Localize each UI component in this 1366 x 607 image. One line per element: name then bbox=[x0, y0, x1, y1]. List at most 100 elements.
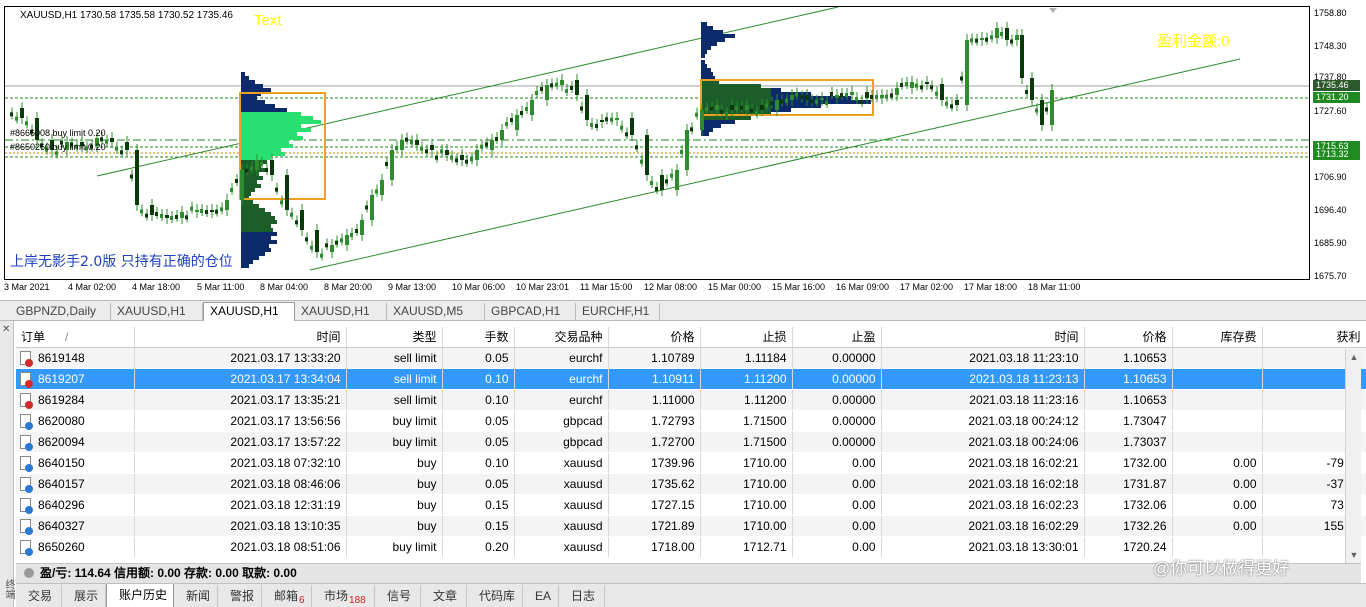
candle-body bbox=[635, 145, 638, 150]
chart-text-object[interactable]: Text bbox=[254, 12, 282, 29]
candle-body bbox=[580, 106, 583, 111]
table-row[interactable]: 8640327 2021.03.18 13:10:35 buy 0.15 xauusd 1… bbox=[16, 515, 1366, 537]
candle-body bbox=[420, 146, 423, 151]
candle-body bbox=[295, 220, 298, 225]
terminal-tab[interactable]: 日志 bbox=[559, 585, 605, 607]
table-row[interactable]: 8620080 2021.03.17 13:56:56 buy limit 0.05 g… bbox=[16, 410, 1366, 432]
chart-tab[interactable]: GBPCAD,H1 bbox=[485, 303, 576, 321]
candle-body bbox=[455, 158, 458, 163]
column-header-price[interactable]: 价格 bbox=[608, 327, 701, 348]
candle-body bbox=[640, 159, 643, 164]
terminal-tab[interactable]: 警报 bbox=[218, 585, 262, 607]
candle-body bbox=[1040, 100, 1044, 125]
column-header-profit[interactable]: 获利 bbox=[1262, 327, 1366, 348]
table-row[interactable]: 8640296 2021.03.18 12:31:19 buy 0.15 xauusd 1… bbox=[16, 494, 1366, 516]
candle-body bbox=[720, 109, 723, 114]
cell-open-time: 2021.03.17 13:57:22 bbox=[134, 431, 347, 453]
terminal-tab[interactable]: 文章 bbox=[421, 585, 467, 607]
column-header-close-price[interactable]: 价格 bbox=[1084, 327, 1173, 348]
cell-take-profit: 0.00000 bbox=[792, 368, 882, 390]
table-row[interactable]: 8640150 2021.03.18 07:32:10 buy 0.10 xauusd 1… bbox=[16, 452, 1366, 474]
sell-order-icon bbox=[20, 392, 33, 409]
candle-body bbox=[470, 157, 473, 162]
candle-body bbox=[370, 195, 374, 220]
candle-body bbox=[175, 215, 178, 219]
terminal-tab[interactable]: 邮箱6 bbox=[262, 585, 312, 607]
column-header-open-time[interactable]: 时间 bbox=[134, 327, 347, 348]
volume-profile-bar bbox=[701, 120, 735, 124]
volume-profile-bar bbox=[241, 176, 263, 180]
terminal-tab[interactable]: 信号 bbox=[375, 585, 421, 607]
watermark-text: @你可以做得更好 bbox=[1153, 559, 1290, 578]
cell-open-time: 2021.03.18 12:31:19 bbox=[134, 494, 347, 516]
terminal-tab[interactable]: EA bbox=[523, 585, 559, 607]
candle-body bbox=[865, 92, 869, 98]
candle-body bbox=[885, 94, 888, 99]
scroll-up-icon[interactable]: ▲ bbox=[1346, 349, 1362, 365]
chart-tab[interactable]: XAUUSD,H1 bbox=[295, 303, 387, 321]
cell-close-time: 2021.03.18 16:02:18 bbox=[881, 473, 1085, 495]
terminal-tab-label: 账户历史 bbox=[119, 588, 168, 602]
volume-profile-bar bbox=[241, 124, 301, 128]
table-row[interactable]: 8620094 2021.03.17 13:57:22 buy limit 0.05 g… bbox=[16, 431, 1366, 453]
column-header-sl[interactable]: 止损 bbox=[700, 327, 793, 348]
candle-body bbox=[545, 85, 549, 100]
candle-body bbox=[920, 85, 923, 90]
column-header-type[interactable]: 类型 bbox=[346, 327, 443, 348]
chart-tab[interactable]: XAUUSD,H1 bbox=[111, 303, 203, 321]
price-axis-label: 1748.30 bbox=[1314, 41, 1347, 51]
cell-close-time: 2021.03.18 11:23:13 bbox=[881, 368, 1085, 390]
table-row[interactable]: 8619284 2021.03.17 13:35:21 sell limit 0.10… bbox=[16, 389, 1366, 411]
cell-price: 1.11000 bbox=[608, 389, 701, 411]
candle-body bbox=[825, 101, 828, 105]
table-row[interactable]: 8640157 2021.03.18 08:46:06 buy 0.05 xauusd 1… bbox=[16, 473, 1366, 495]
column-header-symbol[interactable]: 交易品种 bbox=[514, 327, 609, 348]
cell-order: 8640327 bbox=[16, 515, 135, 537]
chart-tab[interactable]: EURCHF,H1 bbox=[576, 303, 660, 321]
cell-swap: 0.00 bbox=[1172, 515, 1263, 537]
column-header-tp[interactable]: 止盈 bbox=[792, 327, 882, 348]
column-header-order[interactable]: 订单 / bbox=[16, 327, 135, 348]
cell-price: 1.72793 bbox=[608, 410, 701, 432]
terminal-tab[interactable]: 新闻 bbox=[174, 585, 218, 607]
cell-lots: 0.05 bbox=[442, 473, 515, 495]
chart-tab-active[interactable]: XAUUSD,H1 bbox=[203, 302, 295, 322]
terminal-tab[interactable]: 展示 bbox=[62, 585, 106, 607]
close-icon[interactable]: ✕ bbox=[2, 325, 12, 335]
terminal-tab-label: 信号 bbox=[387, 589, 412, 603]
candle-body bbox=[440, 149, 443, 154]
candle-body bbox=[685, 130, 689, 170]
cell-type: buy limit bbox=[346, 536, 443, 558]
candle-body bbox=[275, 187, 278, 192]
column-header-swap[interactable]: 库存费 bbox=[1172, 327, 1263, 348]
cell-close-time: 2021.03.18 11:23:16 bbox=[881, 389, 1085, 411]
candle-body bbox=[375, 189, 378, 194]
candle-body bbox=[345, 235, 349, 245]
table-row[interactable]: 8619207 2021.03.17 13:34:04 sell limit 0.10… bbox=[16, 368, 1366, 390]
candle-body bbox=[830, 92, 833, 96]
scroll-down-icon[interactable]: ▼ bbox=[1346, 547, 1362, 563]
cell-close-price: 1732.00 bbox=[1084, 452, 1173, 474]
column-header-lots[interactable]: 手数 bbox=[442, 327, 515, 348]
candle-body bbox=[315, 230, 319, 252]
chart-tab[interactable]: XAUUSD,M5 bbox=[387, 303, 485, 321]
table-row[interactable]: 8619148 2021.03.17 13:33:20 sell limit 0.05… bbox=[16, 347, 1366, 369]
terminal-tab[interactable]: 交易 bbox=[16, 585, 62, 607]
time-axis-label: 10 Mar 23:01 bbox=[516, 282, 570, 292]
vertical-scrollbar[interactable]: ▲ ▼ bbox=[1345, 349, 1361, 563]
candle-body bbox=[675, 170, 679, 190]
chart-tab[interactable]: GBPNZD,Daily bbox=[10, 303, 111, 321]
terminal-tab[interactable]: 市场188 bbox=[312, 585, 375, 607]
cell-type: sell limit bbox=[346, 389, 443, 411]
candle-body bbox=[450, 155, 453, 160]
terminal-tab[interactable]: 代码库 bbox=[467, 585, 523, 607]
candle-body bbox=[960, 76, 963, 81]
time-axis-label: 5 Mar 11:00 bbox=[197, 282, 245, 292]
price-chart[interactable]: XAUUSD,H1 1730.58 1735.58 1730.52 1735.4… bbox=[0, 0, 1366, 300]
cell-symbol: eurchf bbox=[514, 389, 609, 411]
terminal-tab[interactable]: 账户历史 bbox=[106, 584, 174, 607]
candle-body bbox=[340, 238, 343, 243]
order-line-label[interactable]: #8650260 buy limit 0.20 bbox=[10, 142, 106, 152]
column-header-close-time[interactable]: 时间 bbox=[881, 327, 1085, 348]
order-line-label[interactable]: #8666008 buy limit 0.20 bbox=[10, 128, 106, 138]
